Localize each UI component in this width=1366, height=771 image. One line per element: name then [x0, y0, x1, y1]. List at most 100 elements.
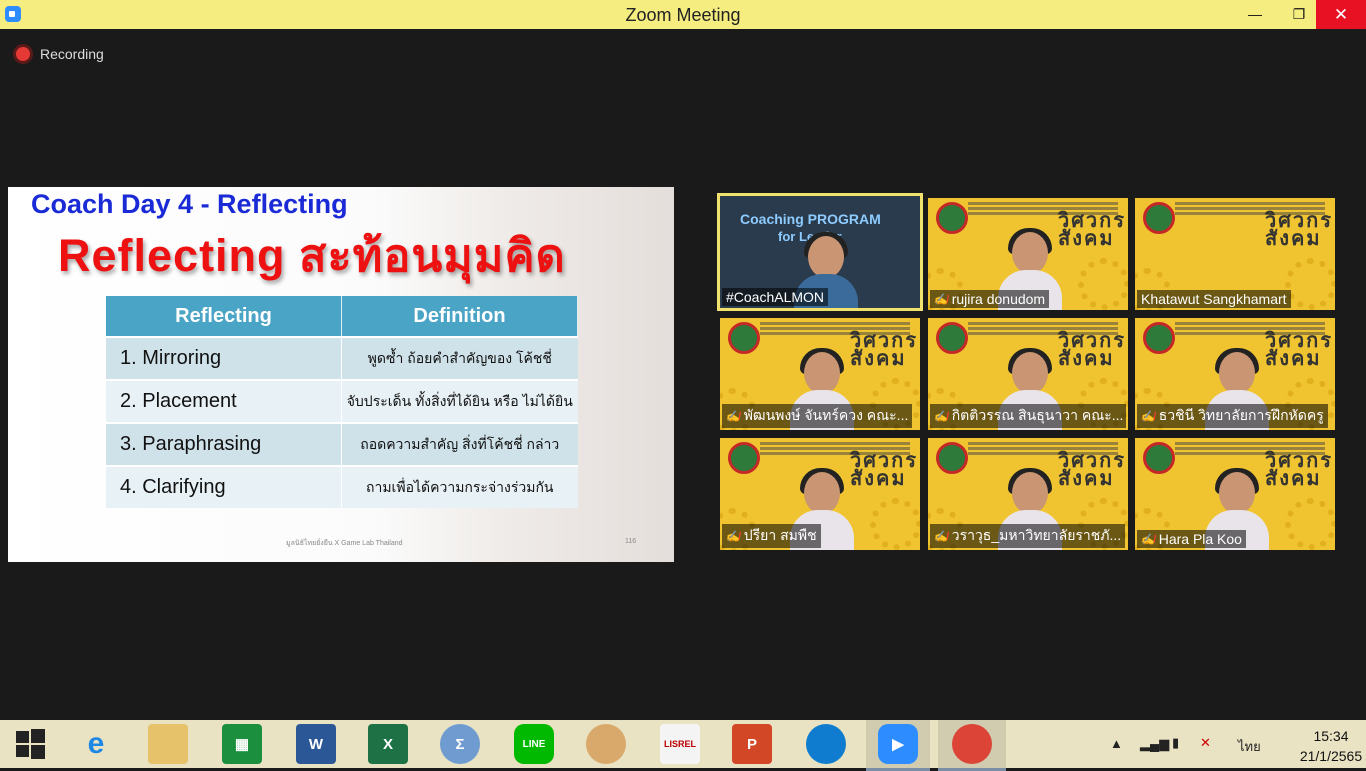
- network-icon[interactable]: ▂▄▆: [1140, 736, 1169, 752]
- battery-icon[interactable]: ▮: [1172, 735, 1179, 751]
- table-row: 1. Mirroring พูดซ้ำ ถ้อยคำสำคัญของ โค้ชช…: [106, 336, 578, 380]
- clock-date: 21/1/2565: [1299, 748, 1363, 764]
- tile-header-text: [968, 442, 1118, 445]
- participant-name-label: Khatawut Sangkhamart: [1137, 290, 1291, 308]
- close-button[interactable]: ✕: [1316, 0, 1366, 29]
- window-title: Zoom Meeting: [625, 5, 741, 25]
- internet-explorer-icon[interactable]: e: [76, 724, 116, 764]
- participant-tile[interactable]: วิศวกร สังคม Khatawut Sangkhamart: [1135, 198, 1335, 310]
- participant-name: rujira donudom: [951, 291, 1046, 307]
- math-input-icon[interactable]: Σ: [440, 724, 480, 764]
- row-definition: ถอดความสำคัญ สิ่งที่โค้ชชี่ กล่าว: [341, 422, 578, 466]
- excel-icon[interactable]: X: [368, 724, 408, 764]
- tile-brand: วิศวกร สังคม: [1265, 210, 1334, 250]
- tile-brand: วิศวกร สังคม: [1058, 210, 1127, 250]
- university-emblem-icon: [1143, 202, 1175, 234]
- table-header-reflecting: Reflecting: [106, 296, 342, 337]
- row-term: 1. Mirroring: [106, 336, 342, 380]
- row-definition: พูดซ้ำ ถ้อยคำสำคัญของ โค้ชชี่: [341, 336, 578, 380]
- zoom-taskbar-icon[interactable]: ▶: [878, 724, 918, 764]
- tile-header-text: [760, 442, 910, 445]
- gear-icon: [1078, 258, 1128, 310]
- line-icon[interactable]: LINE: [514, 724, 554, 764]
- show-hidden-icons-icon[interactable]: ▲: [1110, 736, 1123, 751]
- university-emblem-icon: [728, 442, 760, 474]
- row-definition: จับประเด็น ทั้งสิ่งที่ได้ยิน หรือ ไม่ได้…: [341, 379, 578, 423]
- tile-brand: วิศวกร สังคม: [1265, 450, 1334, 490]
- row-term: 4. Clarifying: [106, 465, 342, 508]
- title-bar: Zoom Meeting — ❐ ✕: [0, 0, 1366, 29]
- windows-start-icon[interactable]: [10, 724, 50, 764]
- participant-tile[interactable]: วิศวกร สังคม ✍̸ พัฒนพงษ์ จันทร์ควง คณะ...: [720, 318, 920, 430]
- language-indicator[interactable]: ไทย: [1238, 736, 1261, 757]
- store-icon[interactable]: ▦: [222, 724, 262, 764]
- gear-icon: [1285, 258, 1335, 310]
- participant-tile[interactable]: วิศวกร สังคม ✍̸ rujira donudom: [928, 198, 1128, 310]
- participant-name-label: ✍̸ Hara Pla Koo: [1137, 530, 1246, 548]
- muted-microphone-icon: ✍̸: [1141, 410, 1155, 423]
- reflecting-table: Reflecting Definition 1. Mirroring พูดซ้…: [106, 296, 578, 508]
- powerpoint-icon[interactable]: P: [732, 724, 772, 764]
- shared-screen-slide: Coach Day 4 - Reflecting Reflecting สะท้…: [8, 187, 674, 562]
- university-emblem-icon: [1143, 442, 1175, 474]
- participant-tile[interactable]: วิศวกร สังคม ✍̸ ปรียา สมพืช: [720, 438, 920, 550]
- tile-header-text: [968, 322, 1118, 325]
- speaker-banner: Coaching PROGRAM: [740, 211, 881, 227]
- university-emblem-icon: [936, 202, 968, 234]
- participant-name: ธวชินี วิทยาลัยการฝึกหัดครู: [1158, 407, 1324, 423]
- participant-name-label: #CoachALMON: [722, 288, 829, 306]
- participant-name: Khatawut Sangkhamart: [1141, 291, 1287, 307]
- table-row: 2. Placement จับประเด็น ทั้งสิ่งที่ได้ยิ…: [106, 379, 578, 423]
- tile-header-text: [1175, 442, 1325, 445]
- row-term: 2. Placement: [106, 379, 342, 423]
- muted-microphone-icon: ✍̸: [934, 293, 948, 306]
- participant-name: กิตติวรรณ สินธุนาวา คณะ...: [951, 407, 1124, 423]
- university-emblem-icon: [1143, 322, 1175, 354]
- chrome-icon[interactable]: [952, 724, 992, 764]
- slide-page-number: 116: [625, 538, 637, 545]
- muted-microphone-icon: ✍̸: [726, 530, 740, 543]
- participant-tile[interactable]: วิศวกร สังคม ✍̸ ธวชินี วิทยาลัยการฝึกหัดคร…: [1135, 318, 1335, 430]
- table-row: 3. Paraphrasing ถอดความสำคัญ สิ่งที่โค้ช…: [106, 422, 578, 466]
- participant-name-label: ✍̸ ธวชินี วิทยาลัยการฝึกหัดครู: [1137, 404, 1328, 428]
- row-term: 3. Paraphrasing: [106, 422, 342, 466]
- recording-label: Recording: [40, 46, 104, 62]
- muted-microphone-icon: ✍̸: [934, 530, 948, 543]
- gear-icon: [870, 498, 920, 550]
- clock-time: 15:34: [1313, 728, 1349, 744]
- lisrel-icon[interactable]: LISREL: [660, 724, 700, 764]
- windows-taskbar: e ▦ W X Σ LINE LISREL P ▶ ▲ ▂▄▆ ▮ ✕ ไทย …: [0, 720, 1366, 771]
- volume-muted-icon[interactable]: ✕: [1200, 735, 1211, 751]
- university-emblem-icon: [728, 322, 760, 354]
- participant-tile[interactable]: Coaching PROGRAMfor Leader#CoachALMON: [717, 193, 923, 311]
- tile-brand: วิศวกร สังคม: [1058, 330, 1127, 370]
- muted-microphone-icon: ✍̸: [1141, 533, 1155, 546]
- participant-name: #CoachALMON: [726, 289, 825, 305]
- muted-microphone-icon: ✍̸: [726, 410, 740, 423]
- table-header-definition: Definition: [341, 296, 578, 337]
- table-row: 4. Clarifying ถามเพื่อได้ความกระจ่างร่วม…: [106, 465, 578, 508]
- participant-tile[interactable]: วิศวกร สังคม ✍̸ Hara Pla Koo: [1135, 438, 1335, 550]
- slide-footer: มูลนิธิไทยยั่งยืน X Game Lab Thailand: [286, 540, 403, 547]
- recording-indicator[interactable]: Recording: [16, 46, 104, 62]
- file-explorer-icon[interactable]: [148, 724, 188, 764]
- recording-dot-icon: [16, 47, 30, 61]
- row-definition: ถามเพื่อได้ความกระจ่างร่วมกัน: [341, 465, 578, 508]
- participant-name-label: ✍̸ ปรียา สมพืช: [722, 524, 821, 548]
- tile-header-text: [760, 322, 910, 325]
- tile-brand: วิศวกร สังคม: [1058, 450, 1127, 490]
- minimize-button[interactable]: —: [1232, 0, 1278, 29]
- paint-icon[interactable]: [586, 724, 626, 764]
- participant-name-label: ✍̸ วราวุธ_มหาวิทยาลัยราชภั...: [930, 524, 1126, 548]
- tile-header-text: [1175, 202, 1325, 205]
- participant-tile[interactable]: วิศวกร สังคม ✍̸ กิตติวรรณ สินธุนาวา คณะ...: [928, 318, 1128, 430]
- edge-icon[interactable]: [806, 724, 846, 764]
- system-clock[interactable]: 15:34 21/1/2565: [1296, 726, 1366, 766]
- participant-name: พัฒนพงษ์ จันทร์ควง คณะ...: [743, 407, 909, 423]
- word-icon[interactable]: W: [296, 724, 336, 764]
- participant-name: ปรียา สมพืช: [743, 527, 817, 543]
- gear-icon: [1285, 498, 1335, 550]
- muted-microphone-icon: ✍̸: [934, 410, 948, 423]
- university-emblem-icon: [936, 442, 968, 474]
- participant-tile[interactable]: วิศวกร สังคม ✍̸ วราวุธ_มหาวิทยาลัยราชภั...: [928, 438, 1128, 550]
